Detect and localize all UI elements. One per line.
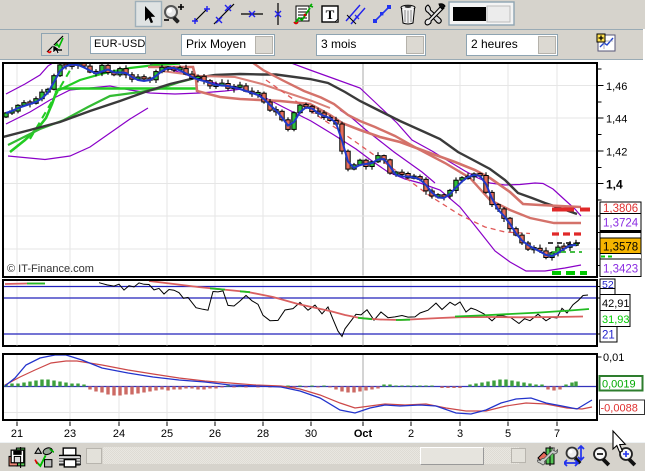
svg-text:23: 23 bbox=[64, 428, 76, 440]
svg-text:0,0019: 0,0019 bbox=[602, 379, 636, 391]
svg-text:2: 2 bbox=[408, 428, 414, 440]
svg-text:1,46: 1,46 bbox=[606, 81, 627, 93]
svg-text:25: 25 bbox=[161, 428, 173, 440]
svg-text:24: 24 bbox=[113, 428, 125, 440]
svg-text:42,91: 42,91 bbox=[602, 298, 630, 310]
svg-text:1,3724: 1,3724 bbox=[603, 218, 639, 230]
svg-text:-0,0088: -0,0088 bbox=[601, 403, 638, 415]
svg-text:1,4: 1,4 bbox=[606, 178, 623, 192]
svg-text:1,42: 1,42 bbox=[606, 147, 627, 159]
svg-text:0,01: 0,01 bbox=[603, 352, 624, 364]
svg-text:5: 5 bbox=[505, 428, 511, 440]
svg-text:30: 30 bbox=[305, 428, 317, 440]
svg-text:28: 28 bbox=[257, 428, 269, 440]
svg-text:7: 7 bbox=[554, 428, 560, 440]
svg-text:1,44: 1,44 bbox=[606, 114, 627, 126]
svg-text:Oct: Oct bbox=[354, 428, 373, 440]
svg-text:1,3423: 1,3423 bbox=[603, 264, 638, 276]
svg-text:T: T bbox=[326, 7, 335, 22]
svg-text:26: 26 bbox=[209, 428, 221, 440]
svg-text:21: 21 bbox=[11, 428, 23, 440]
svg-text:© IT-Finance.com: © IT-Finance.com bbox=[7, 263, 94, 275]
svg-text:21: 21 bbox=[602, 330, 615, 342]
svg-text:1,3578: 1,3578 bbox=[603, 242, 638, 254]
svg-text:31,93: 31,93 bbox=[602, 314, 630, 326]
svg-text:3: 3 bbox=[457, 428, 463, 440]
